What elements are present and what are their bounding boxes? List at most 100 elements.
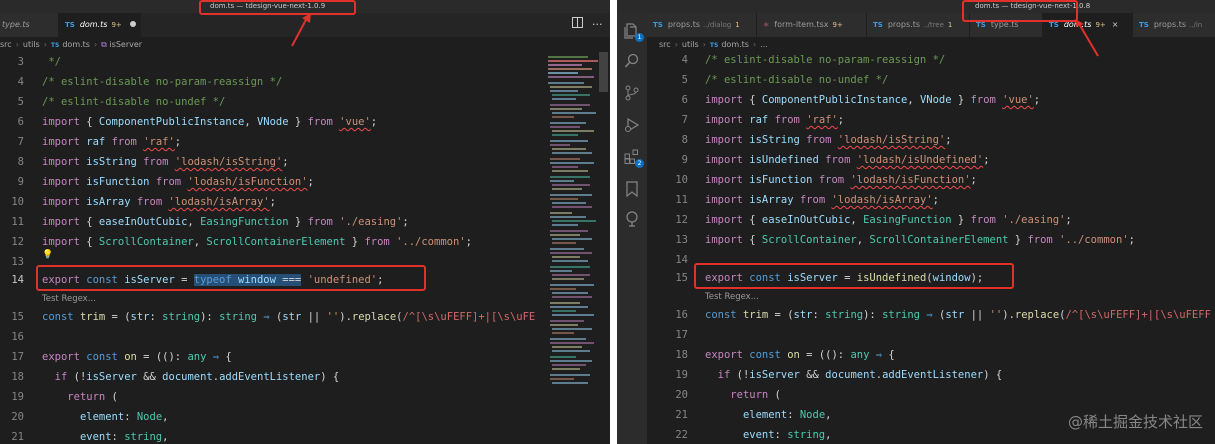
minimap[interactable] [546, 52, 598, 392]
close-icon[interactable]: × [1112, 20, 1119, 29]
tab-form-item-tsx[interactable]: ⚛ form-item.tsx 9+ [757, 13, 867, 37]
code-line: import raf from 'raf'; [42, 136, 182, 148]
code-lens-test-regex[interactable]: Test Regex... [705, 292, 759, 302]
line-number: 3 [17, 56, 24, 68]
react-file-icon: ⚛ [763, 21, 770, 29]
search-icon[interactable] [624, 53, 640, 69]
scrollbar-thumb[interactable] [599, 52, 608, 92]
line-number: 20 [675, 389, 688, 401]
line-number: 11 [675, 194, 688, 206]
code-line: export const on = ((): any ⇒ { [42, 351, 232, 363]
code-line: if (!isServer && document.addEventListen… [717, 369, 1003, 381]
code-editor[interactable]: 3 4 5 6 7 8 9 10 11 12 13 14 15 16 17 18… [0, 52, 546, 444]
code-line: import isUndefined from 'lodash/isUndefi… [705, 154, 990, 166]
tab-props-in[interactable]: TS props.ts ../in [1133, 13, 1215, 37]
tab-label: type.ts [2, 20, 30, 29]
unsaved-dot-icon[interactable] [129, 21, 136, 27]
tree-icon[interactable] [624, 211, 640, 227]
line-number: 4 [681, 54, 688, 66]
code-line: /* eslint-disable no-param-reassign */ [705, 54, 946, 66]
typescript-file-icon: TS [1139, 21, 1149, 29]
line-number: 18 [675, 349, 688, 361]
breadcrumb-file[interactable]: dom.ts [62, 40, 90, 49]
line-number: 15 [11, 311, 24, 323]
line-number: 12 [675, 214, 688, 226]
line-number: 13 [11, 256, 24, 268]
tab-type-ts[interactable]: type.ts [0, 13, 59, 37]
activity-bar: 1 2 [617, 13, 647, 444]
title-highlight-box [199, 0, 356, 15]
breadcrumb: src › utils › TS dom.ts › ⧉ isServer [0, 40, 143, 49]
highlight-box [694, 263, 1014, 289]
code-line: return ( [67, 391, 118, 403]
typescript-file-icon: TS [50, 42, 60, 49]
line-number: 16 [11, 331, 24, 343]
line-number: 7 [681, 114, 688, 126]
breadcrumb-utils[interactable]: utils [682, 40, 699, 49]
code-line: /* eslint-disable no-undef */ [705, 74, 889, 86]
tab-path: ../tree [923, 21, 944, 29]
code-line: import raf from 'raf'; [705, 114, 845, 126]
run-debug-icon[interactable] [624, 117, 640, 133]
split-editor-icon[interactable] [572, 14, 583, 36]
left-editor-window: dom.ts — tdesign-vue-next-1.0.9 type.ts … [0, 0, 610, 444]
line-number: 10 [11, 196, 24, 208]
tab-label: props.ts [1153, 20, 1187, 29]
code-lens-test-regex[interactable]: Test Regex... [42, 294, 96, 304]
line-number: 14 [11, 274, 24, 286]
code-line: const trim = (str: string): string ⇒ (st… [705, 309, 1211, 321]
breadcrumb-symbol[interactable]: isServer [109, 40, 142, 49]
breadcrumb-src[interactable]: src [0, 40, 12, 49]
code-line: if (!isServer && document.addEventListen… [54, 371, 340, 383]
breadcrumb-file[interactable]: dom.ts [721, 40, 749, 49]
line-number: 5 [17, 96, 24, 108]
line-number: 18 [11, 371, 24, 383]
typescript-file-icon: TS [709, 42, 719, 49]
more-actions-icon[interactable]: ··· [592, 14, 603, 36]
line-number: 14 [675, 254, 688, 266]
code-line: event: string, [742, 429, 832, 441]
typescript-file-icon: TS [653, 21, 663, 29]
problems-count: 1 [947, 21, 953, 29]
code-line: element: Node, [742, 409, 832, 421]
line-number: 21 [675, 409, 688, 421]
watermark: @稀土掘金技术社区 [1067, 413, 1203, 431]
code-line: */ [42, 56, 61, 68]
source-control-icon[interactable] [624, 85, 640, 101]
line-number: 12 [11, 236, 24, 248]
tab-label: dom.ts [79, 20, 108, 29]
right-editor-window: dom.ts — tdesign-vue-next-1.0.8 1 2 TS pr… [617, 0, 1215, 444]
annotation-arrow [1075, 19, 1099, 57]
breadcrumb-utils[interactable]: utils [23, 40, 40, 49]
problems-count: 9+ [111, 21, 122, 29]
line-number: 22 [675, 429, 688, 441]
bookmarks-icon[interactable] [624, 181, 640, 197]
code-line: import { ComponentPublicInstance, VNode … [705, 94, 1041, 106]
extensions-badge: 2 [635, 159, 644, 168]
tab-props-dialog[interactable]: TS props.ts ../dialog 1 [647, 13, 757, 37]
tab-label: form-item.tsx [774, 20, 829, 29]
tab-label: props.ts [887, 20, 921, 29]
tab-dom-ts[interactable]: TS dom.ts 9+ [59, 13, 141, 37]
lightbulb-icon[interactable]: 💡 [42, 250, 53, 260]
code-line: import isFunction from 'lodash/isFunctio… [705, 174, 977, 186]
line-number: 19 [675, 369, 688, 381]
line-number: 8 [681, 134, 688, 146]
breadcrumb-more[interactable]: ... [760, 40, 768, 49]
code-editor[interactable]: 4 5 6 7 8 9 10 11 12 13 14 15 16 17 18 1… [647, 52, 1215, 444]
breadcrumb-src[interactable]: src [659, 40, 671, 49]
code-line: import { ScrollContainer, ScrollContaine… [705, 234, 1135, 246]
tab-bar: TS props.ts ../dialog 1 ⚛ form-item.tsx 9+ TS… [647, 13, 1215, 37]
line-number: 17 [11, 351, 24, 363]
tab-props-tree[interactable]: TS props.ts ../tree 1 [867, 13, 970, 37]
line-number: 17 [675, 329, 688, 341]
line-number: 15 [675, 272, 688, 284]
window-divider [610, 0, 617, 444]
code-line: import isString from 'lodash/isString'; [705, 134, 952, 146]
line-number: 10 [675, 174, 688, 186]
title-highlight-box [962, 0, 1078, 22]
typescript-file-icon: TS [65, 21, 75, 29]
code-line: event: string, [79, 431, 169, 443]
code-line: /* eslint-disable no-param-reassign */ [42, 76, 283, 88]
code-line: element: Node, [79, 411, 169, 423]
